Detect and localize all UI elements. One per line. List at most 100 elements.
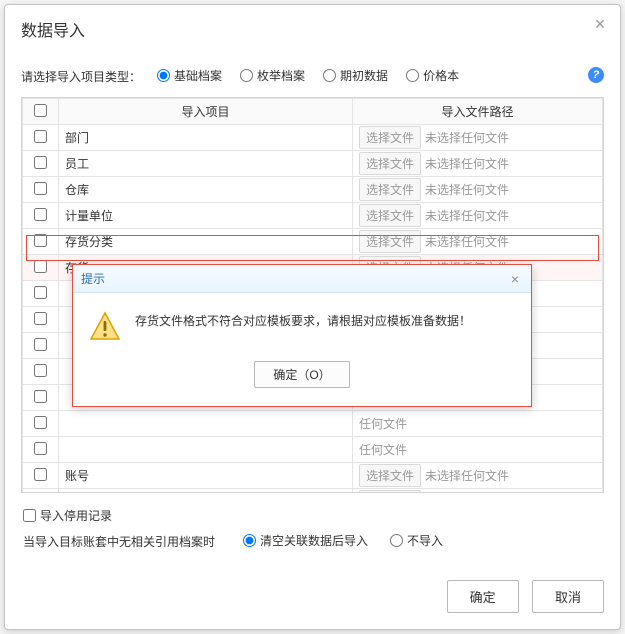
row-checkbox[interactable] xyxy=(34,338,47,351)
alert-footer: 确定（O） xyxy=(73,351,531,406)
table-row: 结算方式选择文件未选择任何文件 xyxy=(23,489,603,494)
type-radio-3[interactable]: 价格本 xyxy=(406,67,459,84)
type-radio-2[interactable]: 期初数据 xyxy=(323,67,388,84)
import-disabled-checkbox[interactable] xyxy=(23,509,36,522)
row-checkbox[interactable] xyxy=(34,208,47,221)
row-checkbox-cell xyxy=(23,411,59,437)
no-file-text: 任何文件 xyxy=(359,417,407,431)
row-file-cell: 选择文件未选择任何文件 xyxy=(353,203,603,229)
type-radio-input[interactable] xyxy=(406,69,419,82)
choose-file-button[interactable]: 选择文件 xyxy=(359,204,421,227)
dialog-title: 数据导入 xyxy=(21,17,604,41)
no-file-text: 未选择任何文件 xyxy=(425,209,509,223)
import-disabled-row: 导入停用记录 xyxy=(23,503,602,528)
row-file-cell: 选择文件未选择任何文件 xyxy=(353,125,603,151)
row-file-cell: 选择文件未选择任何文件 xyxy=(353,177,603,203)
choose-file-button[interactable]: 选择文件 xyxy=(359,230,421,253)
row-checkbox-cell xyxy=(23,281,59,307)
row-checkbox[interactable] xyxy=(34,468,47,481)
select-all-checkbox[interactable] xyxy=(34,104,47,117)
choose-file-button[interactable]: 选择文件 xyxy=(359,126,421,149)
ref-label: 当导入目标账套中无相关引用档案时 xyxy=(23,533,215,550)
table-row: 计量单位选择文件未选择任何文件 xyxy=(23,203,603,229)
choose-file-button[interactable]: 选择文件 xyxy=(359,464,421,487)
row-project-name xyxy=(59,411,353,437)
ref-radio-input[interactable] xyxy=(390,534,403,547)
row-checkbox[interactable] xyxy=(34,130,47,143)
alert-close-icon[interactable]: × xyxy=(507,271,523,287)
table-row: 部门选择文件未选择任何文件 xyxy=(23,125,603,151)
alert-ok-button[interactable]: 确定（O） xyxy=(254,361,349,388)
row-checkbox-cell xyxy=(23,151,59,177)
choose-file-button[interactable]: 选择文件 xyxy=(359,178,421,201)
ref-option-0[interactable]: 清空关联数据后导入 xyxy=(243,532,368,549)
table-row: 存货分类选择文件未选择任何文件 xyxy=(23,229,603,255)
import-dialog: 数据导入 × 请选择导入项目类型： 基础档案枚举档案期初数据价格本 ? 导入项目… xyxy=(4,4,621,630)
alert-header: 提示 × xyxy=(73,265,531,293)
type-radio-0[interactable]: 基础档案 xyxy=(157,67,222,84)
row-checkbox[interactable] xyxy=(34,442,47,455)
ok-button[interactable]: 确定 xyxy=(447,580,519,613)
no-file-text: 未选择任何文件 xyxy=(425,157,509,171)
no-file-text: 未选择任何文件 xyxy=(425,131,509,145)
row-checkbox-cell xyxy=(23,255,59,281)
row-checkbox[interactable] xyxy=(34,234,47,247)
row-checkbox[interactable] xyxy=(34,416,47,429)
alert-body: 存货文件格式不符合对应模板要求，请根据对应模板准备数据！ xyxy=(73,293,531,351)
row-project-name: 仓库 xyxy=(59,177,353,203)
table-row: 员工选择文件未选择任何文件 xyxy=(23,151,603,177)
row-checkbox[interactable] xyxy=(34,286,47,299)
dialog-body: 请选择导入项目类型： 基础档案枚举档案期初数据价格本 ? 导入项目 导入文件路径… xyxy=(5,49,620,570)
row-file-cell: 选择文件未选择任何文件 xyxy=(353,151,603,177)
ref-radio-input[interactable] xyxy=(243,534,256,547)
warning-icon xyxy=(89,311,121,343)
type-radio-input[interactable] xyxy=(240,69,253,82)
row-checkbox[interactable] xyxy=(34,182,47,195)
ref-option-1[interactable]: 不导入 xyxy=(390,532,443,549)
row-checkbox-cell xyxy=(23,359,59,385)
row-checkbox[interactable] xyxy=(34,390,47,403)
row-checkbox-cell xyxy=(23,437,59,463)
row-file-cell: 选择文件未选择任何文件 xyxy=(353,489,603,494)
row-checkbox-cell xyxy=(23,307,59,333)
row-checkbox[interactable] xyxy=(34,260,47,273)
header-project: 导入项目 xyxy=(59,99,353,125)
row-checkbox[interactable] xyxy=(34,156,47,169)
choose-file-button[interactable]: 选择文件 xyxy=(359,152,421,175)
row-checkbox-cell xyxy=(23,229,59,255)
choose-file-button[interactable]: 选择文件 xyxy=(359,490,421,493)
table-row: 任何文件 xyxy=(23,411,603,437)
import-table: 导入项目 导入文件路径 部门选择文件未选择任何文件员工选择文件未选择任何文件仓库… xyxy=(21,97,604,493)
type-selector-row: 请选择导入项目类型： 基础档案枚举档案期初数据价格本 ? xyxy=(21,57,604,97)
close-icon[interactable]: × xyxy=(590,15,610,35)
row-project-name: 部门 xyxy=(59,125,353,151)
table-row: 仓库选择文件未选择任何文件 xyxy=(23,177,603,203)
help-icon[interactable]: ? xyxy=(588,67,604,83)
alert-title: 提示 xyxy=(81,270,105,287)
row-checkbox[interactable] xyxy=(34,364,47,377)
ref-option-row: 当导入目标账套中无相关引用档案时 清空关联数据后导入 不导入 xyxy=(23,528,602,554)
row-file-cell: 任何文件 xyxy=(353,437,603,463)
row-checkbox-cell xyxy=(23,177,59,203)
row-checkbox-cell xyxy=(23,463,59,489)
import-disabled-option[interactable]: 导入停用记录 xyxy=(23,507,112,524)
row-project-name xyxy=(59,437,353,463)
row-file-cell: 任何文件 xyxy=(353,411,603,437)
no-file-text: 未选择任何文件 xyxy=(425,469,509,483)
row-file-cell: 选择文件未选择任何文件 xyxy=(353,463,603,489)
alert-dialog: 提示 × 存货文件格式不符合对应模板要求，请根据对应模板准备数据！ 确定（O） xyxy=(72,264,532,407)
alert-message: 存货文件格式不符合对应模板要求，请根据对应模板准备数据！ xyxy=(135,311,471,343)
type-radio-input[interactable] xyxy=(323,69,336,82)
table-header-row: 导入项目 导入文件路径 xyxy=(23,99,603,125)
row-checkbox-cell xyxy=(23,203,59,229)
row-file-cell: 选择文件未选择任何文件 xyxy=(353,229,603,255)
row-project-name: 计量单位 xyxy=(59,203,353,229)
row-checkbox[interactable] xyxy=(34,312,47,325)
row-checkbox-cell xyxy=(23,385,59,411)
no-file-text: 任何文件 xyxy=(359,443,407,457)
header-checkbox-cell xyxy=(23,99,59,125)
row-project-name: 员工 xyxy=(59,151,353,177)
cancel-button[interactable]: 取消 xyxy=(532,580,604,613)
type-radio-input[interactable] xyxy=(157,69,170,82)
type-radio-1[interactable]: 枚举档案 xyxy=(240,67,305,84)
